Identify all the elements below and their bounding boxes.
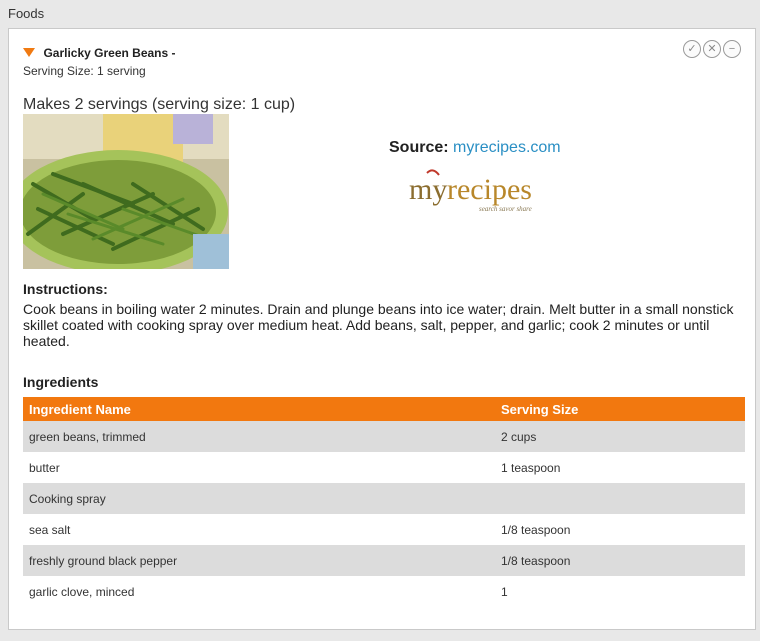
ingredient-name-cell: green beans, trimmed xyxy=(23,421,495,452)
serving-size-cell: 1 xyxy=(501,584,508,599)
panel-controls: ✓ ✕ − xyxy=(683,40,741,58)
svg-text:my: my xyxy=(409,173,447,206)
table-row: garlic clove, minced 1 xyxy=(23,576,745,607)
serving-size-label: Serving Size: 1 serving xyxy=(23,64,146,78)
ingredient-name-cell: Cooking spray xyxy=(23,483,495,514)
table-row: Cooking spray xyxy=(23,483,745,514)
table-row: green beans, trimmed 2 cups xyxy=(23,421,745,452)
serving-size-cell: 1/8 teaspoon xyxy=(495,545,745,576)
ingredients-table: Ingredient Name Serving Size green beans… xyxy=(23,397,745,607)
serving-size-cell: 2 cups xyxy=(495,421,745,452)
makes-servings-text: Makes 2 servings (serving size: 1 cup) xyxy=(23,96,296,113)
source-line: Source: myrecipes.com xyxy=(389,139,561,157)
column-header-ingredient: Ingredient Name xyxy=(23,397,495,421)
serving-size-cell: 1/8 teaspoon xyxy=(501,522,571,537)
source-label: Source: xyxy=(389,139,449,156)
food-header: Garlicky Green Beans - Serving Size: 1 s… xyxy=(23,44,176,78)
ingredient-name-cell: freshly ground black pepper xyxy=(23,545,495,576)
serving-size-cell xyxy=(495,483,745,514)
ingredient-name-cell: butter xyxy=(29,460,60,475)
source-link[interactable]: myrecipes.com xyxy=(453,139,561,156)
food-name: Garlicky Green Beans - xyxy=(43,45,176,60)
table-header-row: Ingredient Name Serving Size xyxy=(23,397,745,421)
table-row: sea salt 1/8 teaspoon xyxy=(23,514,745,545)
window-title: Foods xyxy=(8,6,45,21)
delete-icon[interactable]: ✕ xyxy=(703,40,721,58)
recipe-photo xyxy=(23,114,229,269)
collapse-arrow-icon[interactable] xyxy=(23,48,35,58)
foods-window: Foods Garlicky Green Beans - Serving Siz… xyxy=(0,0,760,641)
serving-size-cell: 1 teaspoon xyxy=(501,460,561,475)
ingredient-name-cell: garlic clove, minced xyxy=(29,584,135,599)
minimize-icon[interactable]: − xyxy=(723,40,741,58)
svg-text:recipes: recipes xyxy=(447,173,532,206)
instructions-title: Instructions: xyxy=(23,281,108,297)
ingredient-name-cell: sea salt xyxy=(29,522,71,537)
food-panel: Garlicky Green Beans - Serving Size: 1 s… xyxy=(8,28,756,630)
instructions-text: Cook beans in boiling water 2 minutes. D… xyxy=(23,301,734,349)
table-row: butter 1 teaspoon xyxy=(23,452,745,483)
table-row: freshly ground black pepper 1/8 teaspoon xyxy=(23,545,745,576)
svg-text:search savor share: search savor share xyxy=(479,205,532,213)
ingredients-title: Ingredients xyxy=(23,374,99,390)
myrecipes-logo: my recipes search savor share xyxy=(409,167,569,217)
confirm-icon[interactable]: ✓ xyxy=(683,40,701,58)
column-header-serving-size: Serving Size xyxy=(495,397,745,421)
